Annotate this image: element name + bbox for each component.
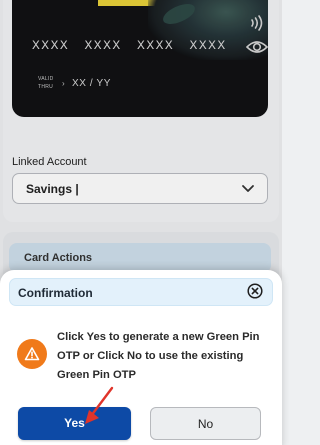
close-icon[interactable] bbox=[247, 283, 263, 299]
annotation-arrow bbox=[85, 386, 114, 424]
warning-icon bbox=[17, 339, 47, 369]
no-button[interactable]: No bbox=[150, 407, 261, 440]
dialog-title: Confirmation bbox=[18, 286, 93, 300]
dialog-message: Click Yes to generate a new Green Pin OT… bbox=[57, 331, 260, 381]
